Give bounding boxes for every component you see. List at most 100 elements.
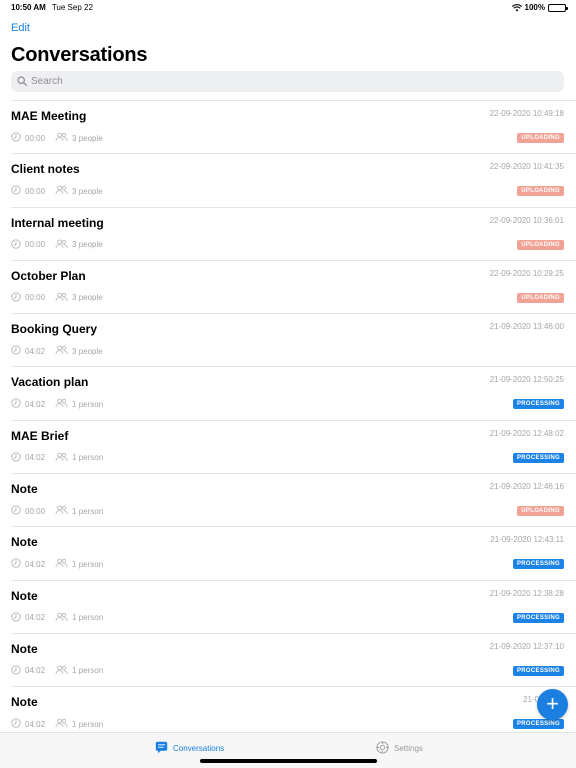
- status-badge: PROCESSING: [512, 559, 564, 570]
- conversation-meta: 04:02 1 person: [11, 665, 103, 677]
- conversation-duration: 00:00: [25, 186, 46, 196]
- conversation-title: October Plan: [11, 268, 86, 283]
- conversation-row[interactable]: MAE Brief 21-09-2020 12:48:02 04:02 1 pe…: [11, 419, 576, 473]
- conversation-timestamp: 21-09-2020 12:37:10: [489, 641, 564, 651]
- search-input[interactable]: [31, 76, 531, 87]
- conversation-row[interactable]: Booking Query 21-09-2020 13:46:00 04:02 …: [11, 313, 576, 366]
- conversation-title: Note: [11, 535, 38, 550]
- conversation-meta: 00:00 3 people: [11, 185, 103, 197]
- conversation-duration: 04:02: [25, 613, 46, 623]
- conversation-row[interactable]: Note 21-09-2020 12:38:28 04:02 1 person …: [11, 579, 576, 633]
- people-count: 3 people: [72, 133, 103, 143]
- conversation-timestamp: 22-09-2020 10:36:01: [489, 215, 564, 225]
- conversation-timestamp: 21-09-2020 12:38:28: [489, 588, 564, 598]
- conversation-title: Client notes: [11, 162, 80, 177]
- people-count: 1 person: [72, 666, 104, 676]
- wifi-icon: [511, 3, 522, 12]
- conversation-title: Note: [11, 482, 38, 497]
- tab-settings[interactable]: Settings: [376, 741, 423, 756]
- people-count: 3 people: [72, 186, 103, 196]
- people-icon: [55, 292, 72, 304]
- people-icon: [55, 345, 72, 357]
- conversation-timestamp: 21-09-2020 12:48:02: [489, 428, 564, 438]
- clock-icon: [11, 292, 25, 304]
- conversation-duration: 04:02: [25, 346, 46, 356]
- people-icon: [55, 718, 72, 730]
- edit-button[interactable]: Edit: [11, 22, 30, 34]
- status-badge: UPLOADING: [517, 239, 564, 250]
- conversation-row[interactable]: Note 21-09-2020 12:43:11 04:02 1 person …: [11, 526, 576, 579]
- status-badge: UPLOADING: [517, 186, 564, 197]
- conversation-people: 3 people: [55, 292, 103, 304]
- conversation-people: 1 person: [55, 505, 103, 517]
- status-badge: PROCESSING: [512, 665, 564, 676]
- conversation-people: 3 people: [55, 132, 103, 144]
- conversation-duration: 04:02: [25, 719, 46, 729]
- conversation-title: MAE Brief: [11, 428, 69, 443]
- conversation-meta: 00:00 1 person: [11, 505, 103, 517]
- clock-icon: [11, 185, 25, 197]
- clock-icon: [11, 718, 25, 730]
- conversation-duration: 04:02: [25, 559, 46, 569]
- people-count: 1 person: [72, 719, 104, 729]
- conversation-title: Internal meeting: [11, 215, 104, 230]
- status-badge: PROCESSING: [512, 399, 564, 410]
- conversation-meta: 04:02 1 person: [11, 558, 103, 570]
- conversation-duration: 00:00: [25, 506, 46, 516]
- tab-conversations-label: Conversations: [173, 744, 225, 753]
- search-bar[interactable]: [11, 71, 564, 92]
- conversation-row[interactable]: Vacation plan 21-09-2020 12:50:25 04:02 …: [11, 366, 576, 419]
- page-title: Conversations: [11, 44, 148, 66]
- clock-icon: [11, 452, 25, 464]
- battery-icon: [548, 3, 568, 12]
- people-count: 1 person: [72, 613, 104, 623]
- conversation-row[interactable]: Client notes 22-09-2020 10:41:35 00:00 3…: [11, 153, 576, 206]
- status-badge: PROCESSING: [512, 612, 564, 623]
- gear-icon: [376, 741, 394, 756]
- tab-conversations[interactable]: Conversations: [155, 741, 224, 756]
- conversation-duration: 00:00: [25, 240, 46, 250]
- status-badge: UPLOADING: [517, 133, 564, 143]
- conversation-timestamp: 21-09-2020 13:46:00: [489, 322, 564, 332]
- conversation-meta: 00:00 3 people: [11, 132, 103, 144]
- people-icon: [55, 185, 72, 197]
- conversation-list: MAE Meeting 22-09-2020 10:49:18 00:00 3 …: [0, 100, 576, 740]
- status-badge: UPLOADING: [517, 292, 564, 303]
- clock-icon: [11, 612, 25, 624]
- conversation-duration: 00:00: [25, 293, 46, 303]
- conversation-timestamp: 21-09-2020 12:43:11: [490, 535, 564, 545]
- chat-bubble-icon: [155, 741, 173, 756]
- conversation-row[interactable]: Note 21-09-2020 12:46:16 00:00 1 person …: [11, 473, 576, 526]
- status-bar: 10:50 AM Tue Sep 22 100%: [0, 0, 576, 16]
- conversation-meta: 00:00 3 people: [11, 238, 103, 251]
- battery-percent: 100%: [524, 3, 545, 12]
- plus-icon: +: [546, 691, 559, 716]
- conversation-title: Note: [11, 695, 38, 710]
- conversation-row[interactable]: October Plan 22-09-2020 10:29:25 00:00 3…: [11, 259, 576, 313]
- conversation-row[interactable]: MAE Meeting 22-09-2020 10:49:18 00:00 3 …: [11, 100, 576, 153]
- conversation-meta: 04:02 1 person: [11, 452, 103, 464]
- conversation-row[interactable]: Note 21-09-2020 12:37:10 04:02 1 person …: [11, 632, 576, 686]
- clock-icon: [11, 345, 25, 357]
- people-icon: [55, 452, 72, 464]
- people-count: 1 person: [72, 453, 104, 463]
- people-count: 3 people: [72, 293, 103, 303]
- status-time: 10:50 AM Tue Sep 22: [11, 3, 93, 12]
- conversation-duration: 04:02: [25, 453, 46, 463]
- people-icon: [55, 558, 72, 570]
- people-icon: [55, 665, 72, 677]
- people-icon: [55, 505, 72, 517]
- home-indicator: [200, 759, 377, 763]
- add-conversation-button[interactable]: +: [537, 689, 568, 720]
- conversation-title: Note: [11, 588, 38, 603]
- clock-icon: [11, 558, 25, 570]
- status-badge: UPLOADING: [517, 506, 564, 517]
- conversation-people: 3 people: [55, 239, 103, 251]
- conversation-people: 1 person: [55, 612, 103, 624]
- conversation-people: 3 people: [55, 185, 103, 197]
- conversation-title: Vacation plan: [11, 375, 89, 390]
- conversation-row[interactable]: Internal meeting 22-09-2020 10:36:01 00:…: [11, 206, 576, 260]
- status-date: Tue Sep 22: [51, 3, 93, 12]
- conversation-people: 1 person: [55, 398, 103, 410]
- conversation-title: Booking Query: [11, 322, 98, 337]
